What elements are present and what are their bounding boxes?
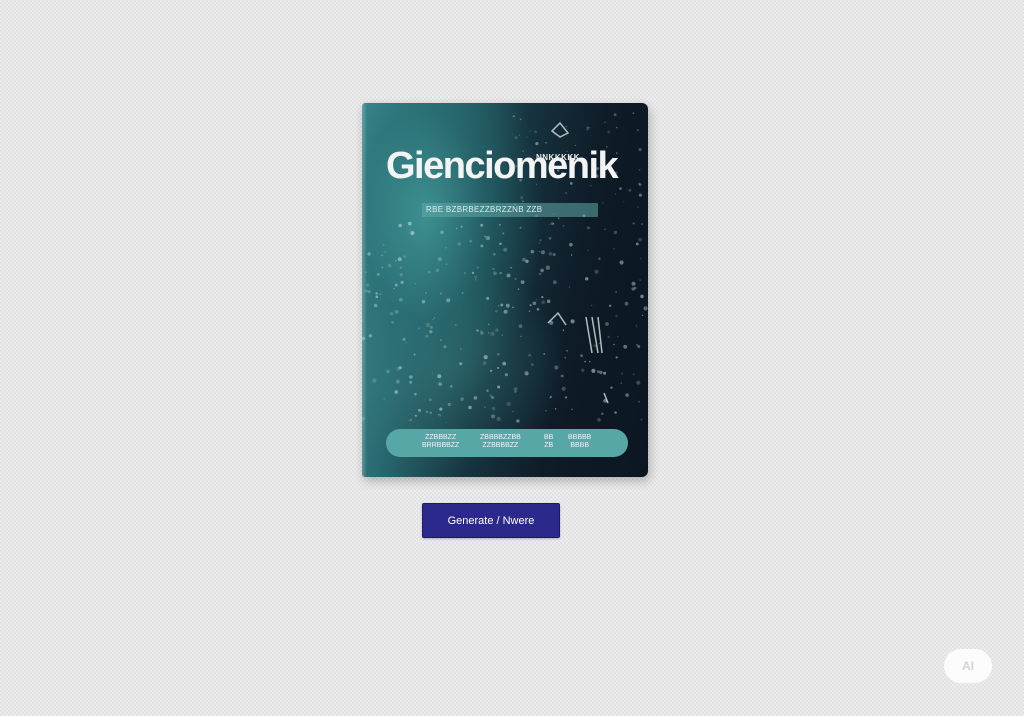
- book-spine: [362, 103, 367, 477]
- generate-button[interactable]: Generate / Nwere: [422, 503, 560, 538]
- ai-badge[interactable]: AI: [944, 649, 992, 683]
- footer-col-1: ZZBBBZZ BRRBBBZZ: [422, 434, 460, 449]
- footer-col-3: BB ZB: [544, 434, 554, 449]
- book-subtitle: RBE BZBRBEZZBRZZNB ZZB: [426, 205, 543, 214]
- book-title: Gienciomenik: [386, 145, 619, 187]
- book-kicker: NNKKKKK: [536, 153, 580, 162]
- book-cover: Gienciomenik NNKKKKK RBE BZBRBEZZBRZZNB …: [362, 103, 648, 477]
- footer-col-4: BBBBB BBBB: [568, 434, 592, 449]
- canvas-area: Gienciomenik NNKKKKK RBE BZBRBEZZBRZZNB …: [0, 0, 1024, 716]
- ai-badge-label: AI: [962, 659, 974, 673]
- footer-col-2: ZBBBBZZBB ZZBBBBZZ: [480, 434, 521, 449]
